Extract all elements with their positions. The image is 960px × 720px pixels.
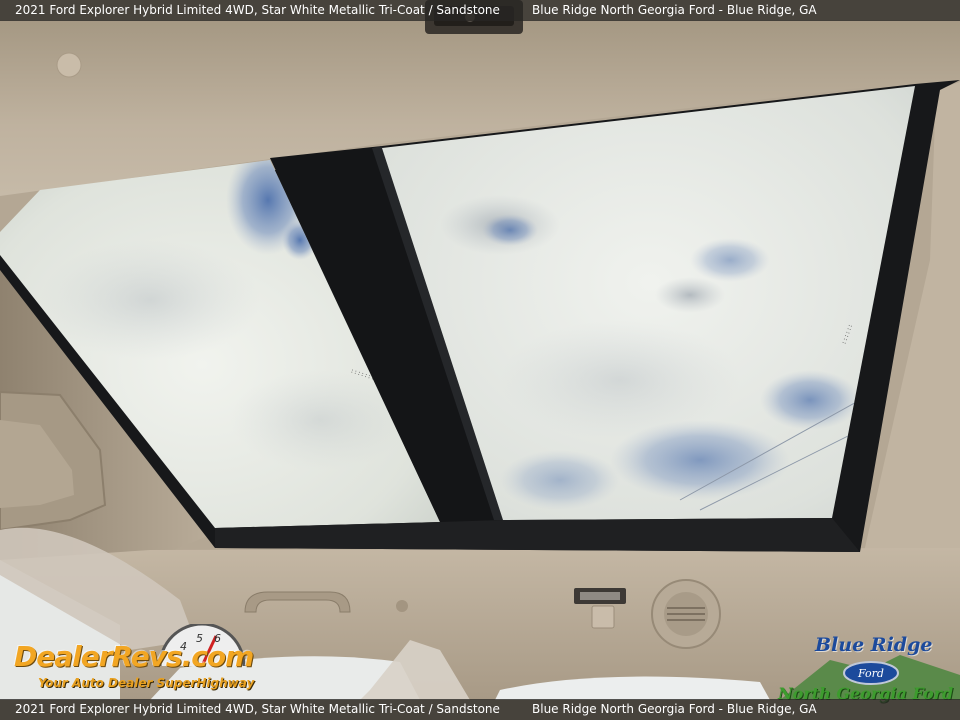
ford-badge-text: Ford — [857, 667, 884, 680]
headliner-screw-cap — [56, 52, 82, 78]
interior-sunroof-photo: ::::::: :::::: — [0, 0, 960, 720]
dealer-caption: Blue Ridge North Georgia Ford - Blue Rid… — [532, 702, 817, 716]
dealerrevs-logo-text: DealerRevs.com — [14, 640, 254, 673]
dealer-caption: Blue Ridge North Georgia Ford - Blue Rid… — [532, 3, 817, 17]
dealerrevs-watermark: 4 5 6 DealerRevs.com Your Auto Dealer Su… — [12, 624, 272, 696]
blueridge-dealer-logo: Blue Ridge Ford North Georgia Ford — [778, 632, 958, 703]
vehicle-caption: 2021 Ford Explorer Hybrid Limited 4WD, S… — [15, 3, 500, 17]
dealerrevs-tagline: Your Auto Dealer SuperHighway — [38, 676, 255, 690]
vehicle-caption: 2021 Ford Explorer Hybrid Limited 4WD, S… — [15, 702, 500, 716]
caption-bar-top: 2021 Ford Explorer Hybrid Limited 4WD, S… — [0, 0, 960, 21]
blueridge-logo-line1: Blue Ridge — [815, 634, 933, 656]
caption-bar-bottom: 2021 Ford Explorer Hybrid Limited 4WD, S… — [0, 699, 960, 720]
headliner-screw-cap — [396, 600, 408, 612]
ford-oval-icon: Ford — [843, 661, 899, 685]
